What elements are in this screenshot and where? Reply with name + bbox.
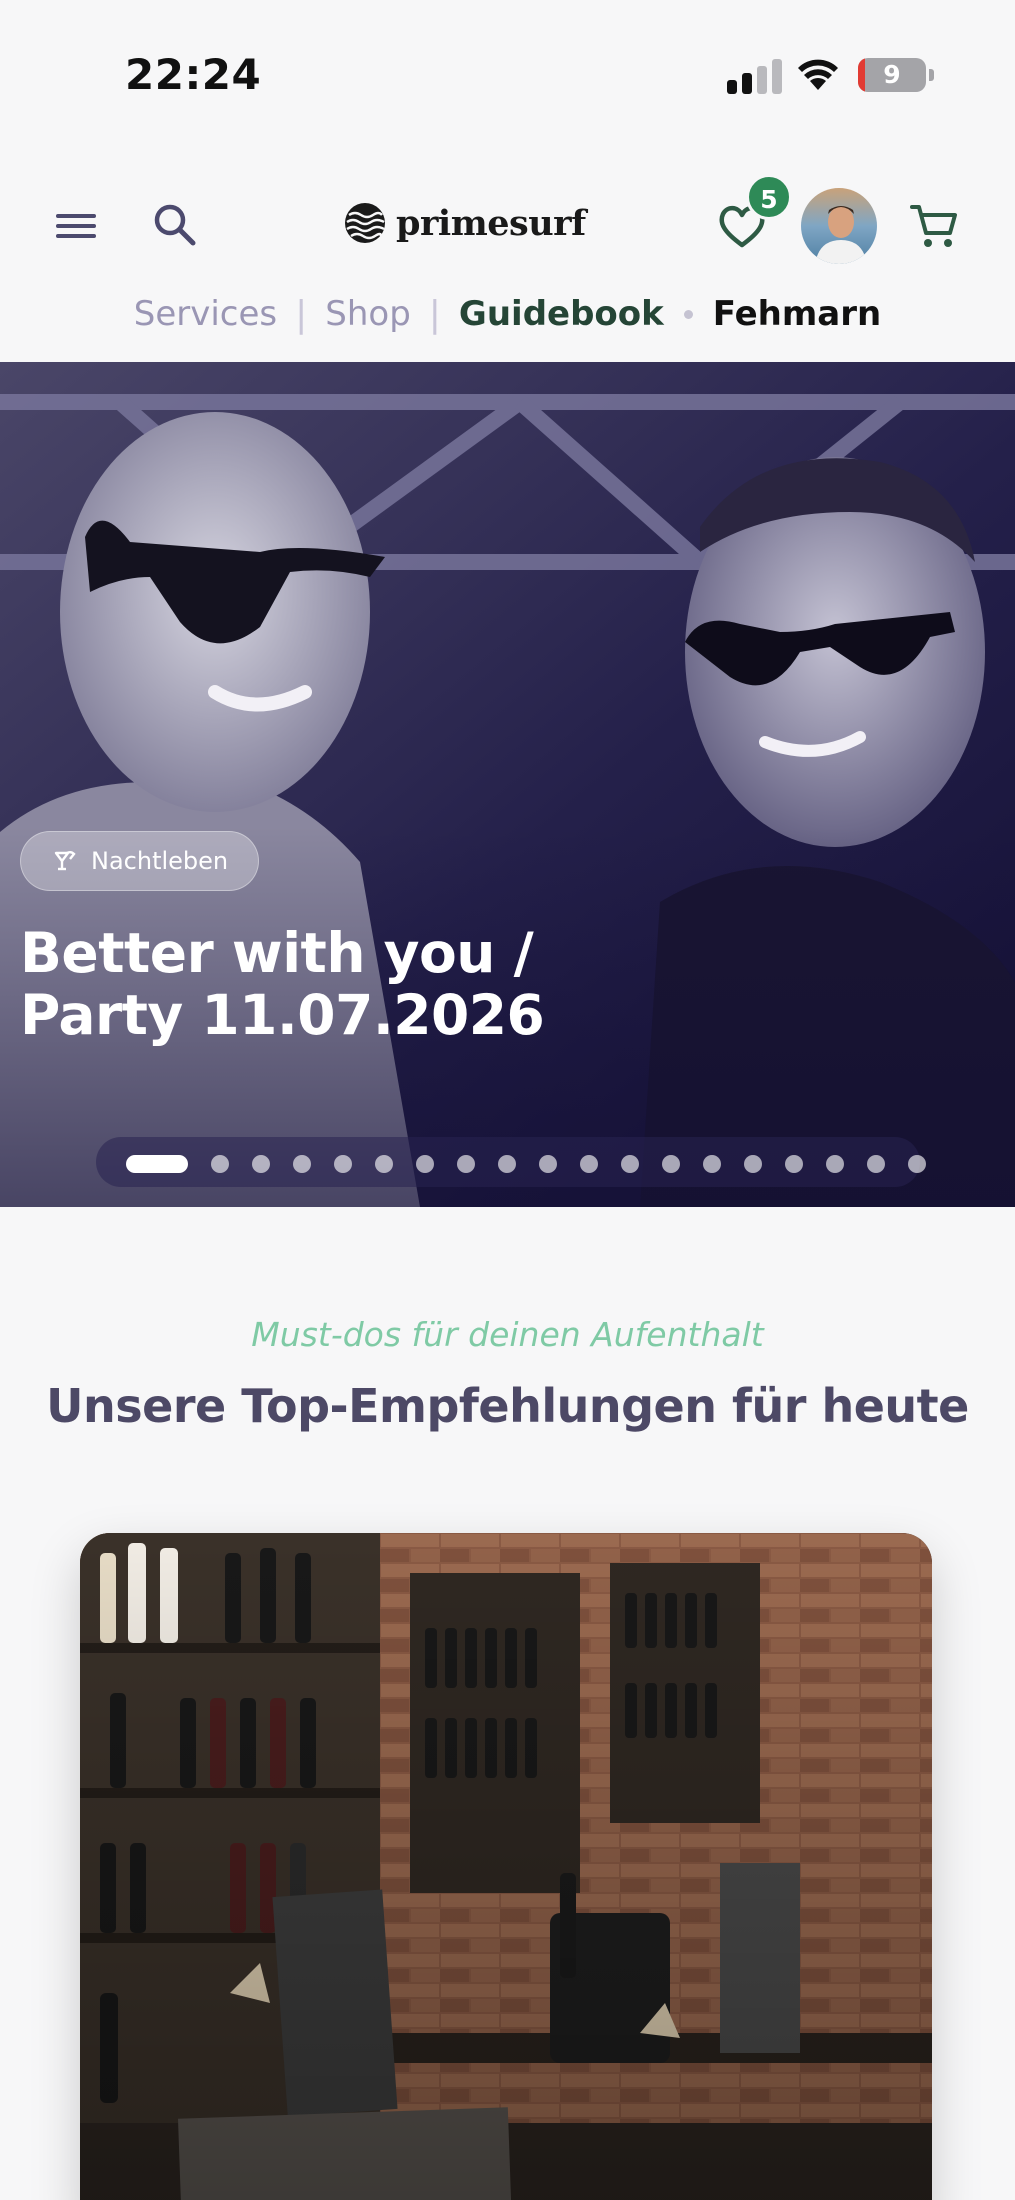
nav-separator: | [295,293,308,335]
status-bar: 22:24 9 [0,0,1015,150]
section-title: Unsere Top-Empfehlungen für heute [46,1379,969,1433]
battery-icon: 9 [858,58,926,92]
hero-image [0,362,1015,1207]
carousel-dot[interactable] [703,1155,721,1173]
search-icon[interactable] [150,200,200,250]
restaurant-image [80,1533,932,2200]
section-nav: Services | Shop | Guidebook Fehmarn [0,286,1015,342]
category-chip[interactable]: Nachtleben [20,831,260,891]
nav-guidebook[interactable]: Guidebook [459,294,664,334]
carousel-dot[interactable] [867,1155,885,1173]
nav-shop[interactable]: Shop [325,294,411,334]
carousel-pagination [96,1137,926,1187]
carousel-dot[interactable] [908,1155,926,1173]
brand-logo[interactable]: primesurf [344,198,586,248]
hero-title[interactable]: Better with you / Party 11.07.2026 [20,922,660,1046]
carousel-dot[interactable] [293,1155,311,1173]
carousel-dot[interactable] [375,1155,393,1173]
carousel-dot[interactable] [498,1155,516,1173]
nav-dot-separator [683,309,693,319]
carousel-dot-active[interactable] [126,1155,188,1173]
carousel-dot[interactable] [826,1155,844,1173]
carousel-dot[interactable] [621,1155,639,1173]
hero-carousel[interactable]: Nachtleben Better with you / Party 11.07… [0,362,1015,1207]
carousel-dot[interactable] [211,1155,229,1173]
menu-icon[interactable] [52,205,102,245]
carousel-dot[interactable] [785,1155,803,1173]
signal-icon [727,58,783,94]
hero-title-line1: Better with you / [20,921,534,985]
carousel-dot[interactable] [457,1155,475,1173]
battery-level: 9 [883,60,901,89]
wishlist-count-badge: 5 [746,174,792,220]
recommendations-section: Must-dos für deinen Aufenthalt Unsere To… [0,1207,1015,2200]
carousel-dot[interactable] [416,1155,434,1173]
app-header: primesurf 5 Services | Shop | Guidebook … [0,150,1015,362]
recommendation-card[interactable] [80,1533,932,2200]
nav-location[interactable]: Fehmarn [713,294,881,334]
carousel-dot[interactable] [334,1155,352,1173]
cocktail-icon [54,851,76,871]
logo-wave-icon [345,203,385,243]
section-kicker: Must-dos für deinen Aufenthalt [251,1315,764,1354]
hero-title-line2: Party 11.07.2026 [20,983,545,1047]
logo-text: primesurf [396,202,586,244]
avatar[interactable] [801,188,877,264]
carousel-dot[interactable] [252,1155,270,1173]
carousel-dot[interactable] [662,1155,680,1173]
carousel-dot[interactable] [744,1155,762,1173]
wifi-icon [798,59,838,90]
carousel-dot[interactable] [580,1155,598,1173]
category-label: Nachtleben [91,847,229,875]
battery-cap [929,69,934,81]
carousel-dot[interactable] [539,1155,557,1173]
nav-separator: | [428,293,441,335]
status-time: 22:24 [125,50,262,99]
cart-icon[interactable] [908,200,960,252]
nav-services[interactable]: Services [134,294,277,334]
